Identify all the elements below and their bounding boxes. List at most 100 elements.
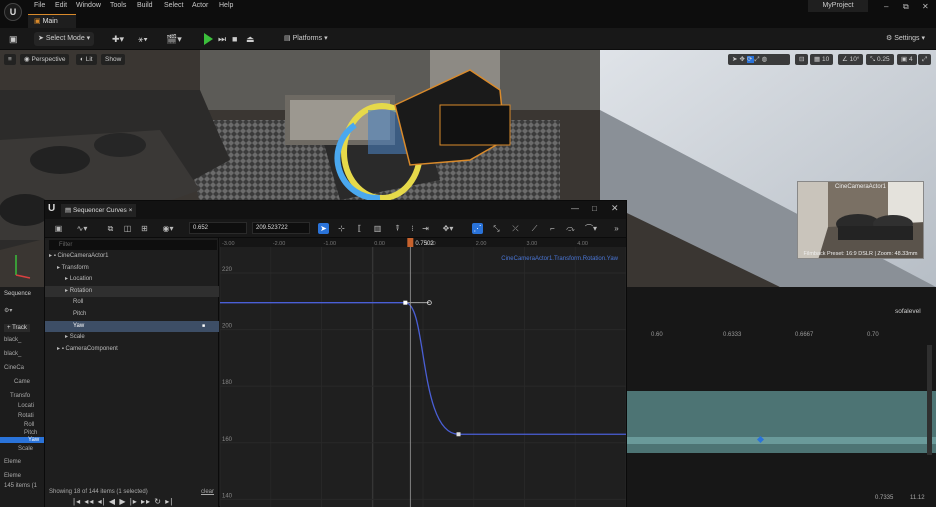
transform-tools[interactable]: ➤✥⟳⤢◍ <box>728 54 790 65</box>
menu-window[interactable]: Window <box>76 2 101 9</box>
perspective-button[interactable]: ◉ Perspective <box>20 54 70 65</box>
menu-select[interactable]: Select <box>164 2 183 9</box>
auto-tangent-icon[interactable]: ⋰ <box>472 223 483 234</box>
move-tool-icon[interactable]: ✥ <box>739 56 746 63</box>
sequencer-tab[interactable]: Sequence <box>4 291 31 297</box>
visibility-icon[interactable]: ◉▾ <box>159 223 177 234</box>
track-row[interactable]: black_ <box>4 351 21 357</box>
keyframe[interactable] <box>456 432 461 437</box>
platforms-dropdown[interactable]: ▤ Platforms ▾ <box>284 32 334 46</box>
track-row[interactable]: Came <box>14 379 30 385</box>
transform-tool-icon[interactable]: ⊹ <box>336 223 347 234</box>
track-row[interactable]: black_ <box>4 337 21 343</box>
constant-tangent-icon[interactable]: ⌐ <box>547 223 558 234</box>
frame-icon[interactable]: ⧉ <box>105 223 116 234</box>
play-icon[interactable]: ▶ <box>119 497 126 506</box>
flat-tangent-icon[interactable]: ⤼ <box>565 223 576 234</box>
close-button[interactable]: ✕ <box>611 203 619 214</box>
add-track-button[interactable]: + Track <box>4 324 30 332</box>
scale-snap-button[interactable]: ⤡ 0.25 <box>866 54 894 65</box>
blueprint-icon[interactable]: ⚹▾ <box>138 32 148 46</box>
tab-main[interactable]: ▣ Main <box>28 14 76 28</box>
save-icon[interactable]: ▣ <box>53 223 64 234</box>
menu-edit[interactable]: Edit <box>55 2 67 9</box>
track-row[interactable]: Rotati <box>18 413 34 419</box>
tree-item[interactable]: ▸ Rotation <box>45 285 219 297</box>
minimize-button[interactable]: — <box>571 204 579 213</box>
cinematics-icon[interactable]: 🎬▾ <box>166 32 182 46</box>
menu-tools[interactable]: Tools <box>110 2 126 9</box>
retime-tool-icon[interactable]: ⟦ <box>354 223 365 234</box>
multi-select-icon[interactable]: ▥ <box>372 223 383 234</box>
user-tangent-icon[interactable]: ⤡ <box>491 223 502 234</box>
scale-tool-icon[interactable]: ⤢ <box>754 56 761 63</box>
tab-close-icon[interactable]: × <box>129 207 133 214</box>
eject-icon[interactable]: ⏏ <box>246 32 255 46</box>
curve-view-icon[interactable]: ∿▾ <box>73 223 91 234</box>
playback-range-start-icon[interactable]: |◂ <box>73 497 81 506</box>
frame-selection-icon[interactable]: ◫ <box>122 223 133 234</box>
playhead-marker[interactable] <box>407 238 414 247</box>
maximize-button[interactable]: □ <box>592 204 597 213</box>
menu-actor[interactable]: Actor <box>192 2 208 9</box>
sequencer-curves-window[interactable]: U ▤ Sequencer Curves × — □ ✕ ▣ ∿▾ ⧉ ◫ ⊞ … <box>44 200 627 507</box>
tree-item[interactable]: ▸ Location <box>45 274 219 285</box>
select-mode-dropdown[interactable]: ➤ Select Mode ▾ <box>34 32 94 46</box>
key-time-input[interactable]: 0.652 <box>189 222 247 234</box>
menu-help[interactable]: Help <box>219 2 233 9</box>
reverse-play-icon[interactable]: ◀ <box>109 497 116 506</box>
curve-graph-canvas[interactable]: -3.00-2.00-1.000.001.002.003.004.005.002… <box>220 238 626 507</box>
keyframe-selected[interactable] <box>403 300 408 305</box>
step-icon[interactable]: ⏭ <box>218 32 226 46</box>
grid-snap-button[interactable]: ▦ 10 <box>810 54 834 65</box>
more-icon[interactable]: ⁝ <box>407 223 418 234</box>
axis-snap-icon[interactable]: ✥▾ <box>440 223 456 234</box>
settings-dropdown[interactable]: ⚙ Settings ▾ <box>886 32 934 46</box>
maximize-viewport-button[interactable]: ⤢ <box>918 54 932 65</box>
track-row-selected[interactable]: Yaw <box>0 437 44 443</box>
flatten-icon[interactable]: ⇥ <box>420 223 431 234</box>
jump-to-start-icon[interactable]: ◂◂ <box>84 497 94 506</box>
close-button[interactable]: ✕ <box>922 2 929 11</box>
sequencer-timeline[interactable]: sofalevel 0.60 0.6333 0.6667 0.70 0.7335… <box>627 287 936 507</box>
surface-snap-button[interactable]: ⊟ <box>795 54 809 65</box>
viewport-menu-button[interactable]: ≡ <box>4 54 16 65</box>
tree-item[interactable]: ▸ Transform <box>45 263 219 274</box>
menu-file[interactable]: File <box>34 2 45 9</box>
track-row[interactable]: Locati <box>18 403 34 409</box>
play-button[interactable] <box>204 33 213 45</box>
show-button[interactable]: Show <box>101 54 126 65</box>
add-content-icon[interactable]: ✚▾ <box>112 32 124 46</box>
playback-range-end-icon[interactable]: ▸| <box>165 497 173 506</box>
camera-speed-button[interactable]: ▣ 4 <box>897 54 917 65</box>
filter-input[interactable]: Filter <box>49 240 217 250</box>
track-row[interactable]: Eleme <box>4 459 21 465</box>
select-tool-icon[interactable]: ➤ <box>318 223 329 234</box>
track-row[interactable]: Scale <box>18 446 33 452</box>
track-row[interactable]: CineCa <box>4 365 24 371</box>
tree-item[interactable]: ▸ ▪ CineCameraActor1 <box>45 251 219 262</box>
track-row[interactable]: Roll <box>24 422 34 428</box>
tree-item[interactable]: Roll <box>45 297 219 308</box>
curves-title-bar[interactable]: U ▤ Sequencer Curves × — □ ✕ <box>45 201 626 219</box>
minimize-button[interactable]: – <box>884 2 888 11</box>
tree-item[interactable]: ▸ ▪ CameraComponent <box>45 344 219 355</box>
save-icon[interactable]: ▣ <box>9 32 18 46</box>
curve-graph[interactable]: -3.00-2.00-1.000.001.002.003.004.005.002… <box>220 238 626 507</box>
track-row[interactable]: Transfo <box>10 393 30 399</box>
track-row[interactable]: Eleme <box>4 473 21 479</box>
jump-to-end-icon[interactable]: ▸▸ <box>141 497 151 506</box>
menu-build[interactable]: Build <box>137 2 153 9</box>
break-tangent-icon[interactable]: ⤫ <box>510 223 521 234</box>
timeline-scrollbar[interactable] <box>927 345 932 455</box>
expand-toolbar-icon[interactable]: » <box>611 223 622 234</box>
stop-icon[interactable]: ■ <box>232 32 237 46</box>
tree-item[interactable]: Pitch <box>45 309 219 320</box>
loop-icon[interactable]: ↻ <box>154 497 162 506</box>
track-row[interactable]: Pitch <box>24 430 37 436</box>
tree-item[interactable]: Yaw ■ <box>45 320 219 332</box>
tab-sequencer-curves[interactable]: ▤ Sequencer Curves × <box>61 204 137 217</box>
linear-tangent-icon[interactable]: ⟋ <box>529 223 540 234</box>
angle-snap-button[interactable]: ∠ 10° <box>838 54 864 65</box>
unreal-logo-icon[interactable]: U <box>4 3 22 21</box>
